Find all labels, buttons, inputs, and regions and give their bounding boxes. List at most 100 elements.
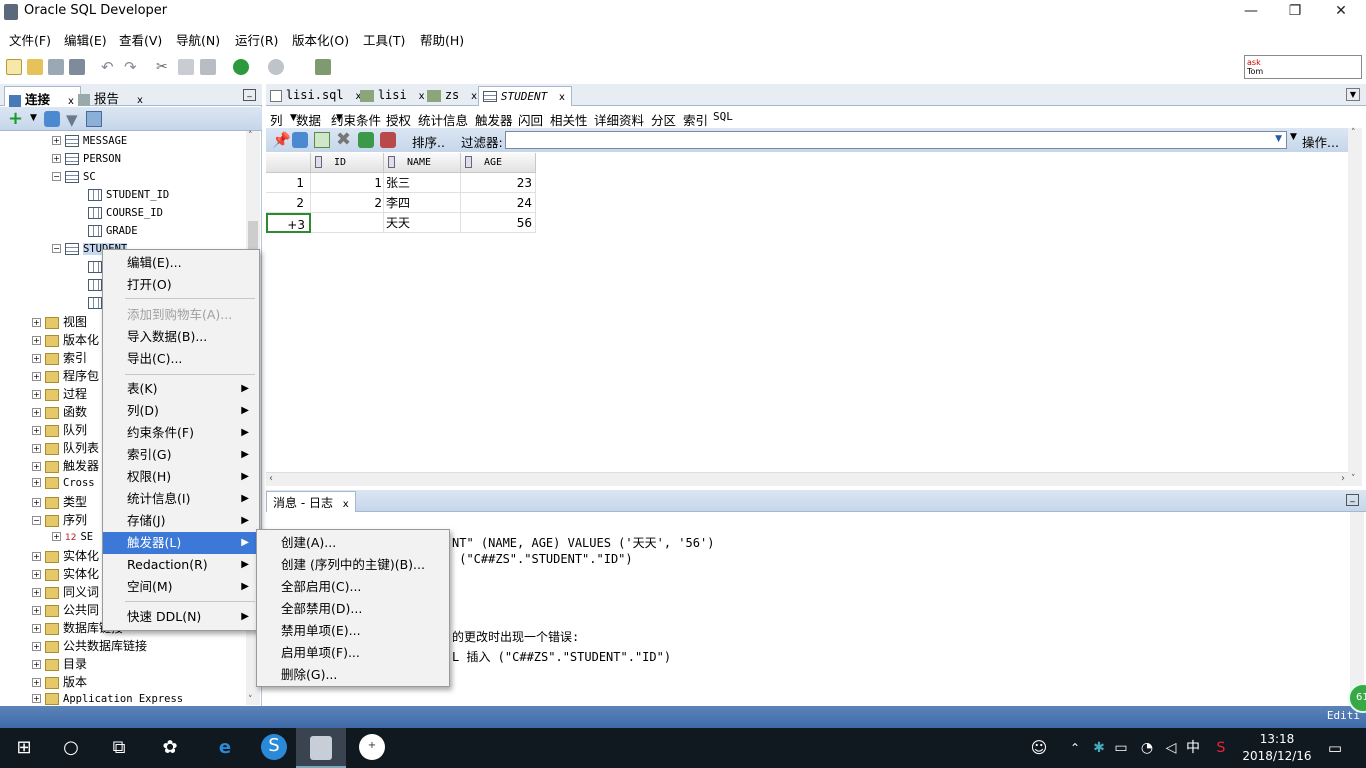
tab-messages-log[interactable]: 消息 - 日志 x (266, 491, 356, 512)
copy-icon[interactable] (178, 59, 194, 75)
notifications-icon[interactable]: ▭ (1322, 736, 1348, 760)
tree-node-queues[interactable]: + 队列 (32, 421, 87, 439)
menu-item-trigger[interactable]: 触发器(L) ▶ (103, 532, 259, 554)
tree-node-grade[interactable]: GRADE (88, 223, 138, 241)
tree-node-student-id[interactable]: STUDENT_ID (88, 187, 169, 205)
grid-horizontal-scrollbar[interactable]: ‹ › (266, 472, 1348, 486)
menu-item-export[interactable]: 导出(C)... (103, 348, 259, 370)
back-icon[interactable] (233, 59, 249, 75)
tree-node-mviews[interactable]: + 实体化 (32, 547, 99, 565)
minimize-button[interactable]: — (1228, 0, 1274, 24)
menu-navigate[interactable]: 导航(N) (176, 30, 220, 49)
close-tab-icon[interactable]: x (343, 499, 349, 510)
grid-vertical-scrollbar[interactable]: ˄ ˅ (1348, 128, 1362, 486)
menu-tools[interactable]: 工具(T) (363, 30, 405, 49)
tree-node-packages[interactable]: + 程序包 (32, 367, 99, 385)
row-number[interactable]: 1 (266, 173, 311, 193)
cell-id[interactable]: 2 (311, 193, 384, 213)
refresh-icon[interactable] (44, 111, 60, 127)
submenu-item-create-pk-from-sequence[interactable]: 创建 (序列中的主键)(B)... (257, 554, 449, 576)
add-connection-icon[interactable]: + (8, 108, 23, 129)
tree-node-synonyms[interactable]: + 同义词 (32, 583, 99, 601)
edge-icon[interactable]: e (212, 736, 238, 760)
menu-run[interactable]: 运行(R) (235, 30, 278, 49)
submenu-item-disable-all[interactable]: 全部禁用(D)... (257, 598, 449, 620)
tree-node-functions[interactable]: + 函数 (32, 403, 87, 421)
menu-item-column[interactable]: 列(D) ▶ (103, 400, 259, 422)
redo-icon[interactable]: ↷ (124, 59, 140, 75)
subtab-partitions[interactable]: 分区 (651, 110, 676, 129)
row-number[interactable]: +3 (266, 213, 311, 233)
doc-tab-student[interactable]: STUDENT x (478, 86, 572, 106)
tree-node-views[interactable]: + 视图 (32, 313, 87, 331)
doc-tab-lisi-sql[interactable]: lisi.sql x (270, 86, 361, 106)
submenu-item-create[interactable]: 创建(A)... (257, 532, 449, 554)
forward-icon[interactable] (268, 59, 284, 75)
log-scrollbar[interactable] (1350, 512, 1364, 706)
undo-icon[interactable]: ↶ (101, 59, 117, 75)
menu-item-quick-ddl[interactable]: 快速 DDL(N) ▶ (103, 606, 259, 628)
ask-tom-box[interactable]: ask Tom (1244, 55, 1362, 79)
minimize-panel-button[interactable]: _ (243, 89, 256, 101)
subtab-grants[interactable]: 授权 (386, 110, 411, 129)
submenu-item-enable-all[interactable]: 全部启用(C)... (257, 576, 449, 598)
column-header-age[interactable]: AGE (461, 153, 536, 173)
tree-node-directories[interactable]: + 目录 (32, 655, 87, 673)
close-tab-icon[interactable]: x (471, 91, 477, 102)
add-dropdown-icon[interactable]: ▼ (30, 113, 37, 123)
taskbar-clock[interactable]: 13:18 2018/12/16 (1232, 731, 1322, 765)
actions-dropdown-icon[interactable]: ▼ (1290, 132, 1297, 142)
ime-indicator[interactable]: 中 (1180, 736, 1206, 760)
doc-tab-lisi[interactable]: lisi x (360, 86, 424, 106)
sogou-browser-icon[interactable]: S (261, 734, 287, 760)
filter-input[interactable]: ▼ (505, 131, 1287, 149)
close-button[interactable]: ✕ (1318, 0, 1364, 24)
cell-id[interactable] (311, 213, 384, 233)
subtab-constraints[interactable]: 约束条件 (331, 110, 381, 129)
close-tab-icon[interactable]: x (559, 92, 565, 103)
menu-item-import-data[interactable]: 导入数据(B)... (103, 326, 259, 348)
delete-row-icon[interactable]: ✖ (336, 129, 351, 150)
cell-name[interactable]: 张三 (384, 173, 461, 193)
rollback-icon[interactable] (380, 132, 396, 148)
filter-dropdown-icon[interactable]: ▼ (1275, 134, 1282, 144)
subtab-triggers[interactable]: 触发器 (475, 110, 513, 129)
subtab-columns[interactable]: 列 (270, 110, 283, 129)
tree-node-triggers[interactable]: + 触发器 (32, 457, 99, 475)
submenu-item-enable-single[interactable]: 启用单项(F)... (257, 642, 449, 664)
refresh-icon[interactable] (292, 132, 308, 148)
save-all-icon[interactable] (69, 59, 85, 75)
tray-expand-icon[interactable]: ⌃ (1062, 736, 1088, 760)
menu-file[interactable]: 文件(F) (9, 30, 51, 49)
menu-item-open[interactable]: 打开(O) (103, 274, 259, 296)
sogou-ime-icon[interactable]: S (1208, 736, 1234, 760)
tree-node-editioning[interactable]: + 版本化 (32, 331, 99, 349)
commit-icon[interactable] (358, 132, 374, 148)
column-header-id[interactable]: ID (311, 153, 384, 173)
tree-node-apex[interactable]: + Application Express (32, 691, 183, 705)
sql-developer-taskbar-button[interactable] (296, 728, 346, 768)
tree-node-mview-logs[interactable]: + 实体化 (32, 565, 99, 583)
menu-item-edit[interactable]: 编辑(E)... (103, 252, 259, 274)
tree-node-indexes[interactable]: + 索引 (32, 349, 87, 367)
new-icon[interactable] (6, 59, 22, 75)
task-view-icon[interactable]: ⧉ (106, 736, 132, 760)
close-tab-icon[interactable]: x (419, 91, 425, 102)
tree-node-sequences[interactable]: − 序列 (32, 511, 87, 529)
cell-age[interactable]: 23 (461, 173, 536, 193)
open-icon[interactable] (27, 59, 43, 75)
menu-item-statistics[interactable]: 统计信息(I) ▶ (103, 488, 259, 510)
submenu-item-disable-single[interactable]: 禁用单项(E)... (257, 620, 449, 642)
cell-name[interactable]: 李四 (384, 193, 461, 213)
subtab-dependencies[interactable]: 相关性 (550, 110, 588, 129)
minimize-panel-button[interactable]: _ (1346, 494, 1359, 506)
tree-node-types[interactable]: + 类型 (32, 493, 87, 511)
menu-item-redaction[interactable]: Redaction(R) ▶ (103, 554, 259, 576)
subtab-indexes[interactable]: 索引 (683, 110, 708, 129)
subtab-details[interactable]: 详细资料 (594, 110, 644, 129)
close-tab-icon[interactable]: x (137, 95, 143, 106)
insert-row-icon[interactable] (314, 132, 330, 148)
paste-icon[interactable] (200, 59, 216, 75)
actions-button[interactable]: 操作... (1302, 132, 1339, 151)
search-icon[interactable]: ○ (58, 736, 84, 760)
